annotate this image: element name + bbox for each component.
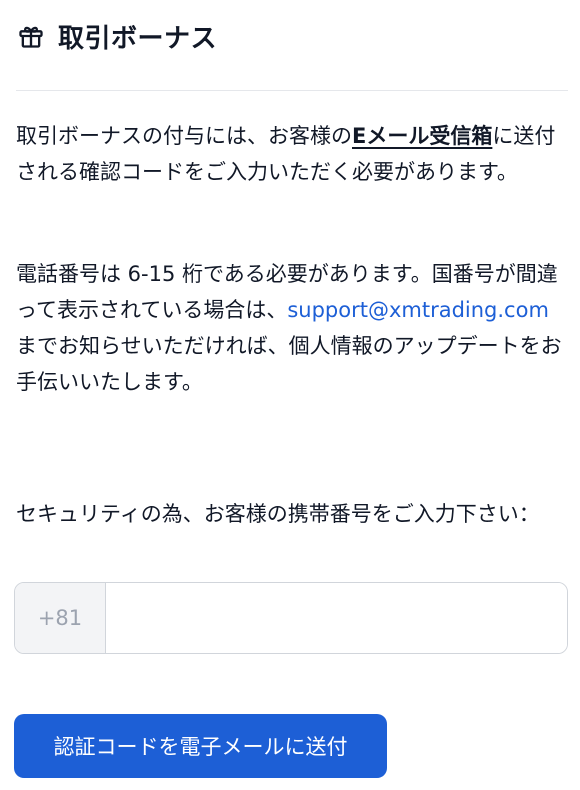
gift-icon xyxy=(16,21,46,51)
phone-number-input[interactable] xyxy=(106,583,567,653)
phone-note-end: までお知らせいただければ、個人情報のアップデートをお手伝いいたします。 xyxy=(16,334,562,394)
country-code-prefix: +81 xyxy=(15,583,106,653)
phone-input-group: +81 xyxy=(14,582,568,654)
phone-note-text: 電話番号は 6-15 桁である必要があります。国番号が間違って表示されている場合… xyxy=(16,256,564,400)
header-divider xyxy=(16,90,568,91)
email-inbox-emphasis: Eメール受信箱 xyxy=(352,124,493,148)
page-title: 取引ボーナス xyxy=(58,23,218,54)
support-email-link[interactable]: support@xmtrading.com xyxy=(287,298,549,322)
intro-text-start: 取引ボーナスの付与には、お客様の xyxy=(16,124,352,148)
page-header: 取引ボーナス xyxy=(16,14,217,58)
send-code-button[interactable]: 認証コードを電子メールに送付 xyxy=(14,714,387,778)
security-prompt: セキュリティの為、お客様の携帯番号をご入力下さい： xyxy=(16,502,540,526)
intro-text: 取引ボーナスの付与には、お客様のEメール受信箱に送付される確認コードをご入力いた… xyxy=(16,118,564,190)
